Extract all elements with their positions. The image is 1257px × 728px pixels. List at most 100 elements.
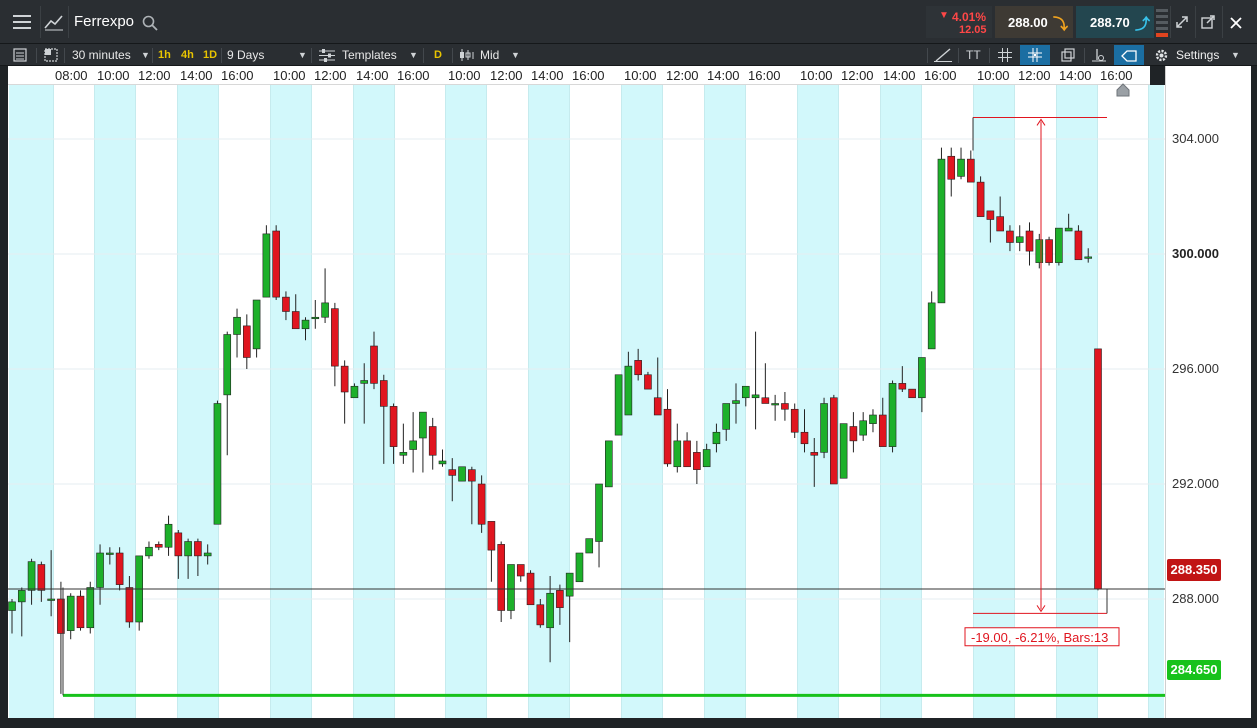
settings-gear-icon[interactable] bbox=[1154, 48, 1169, 63]
copy-icon[interactable] bbox=[1061, 48, 1075, 62]
session-band bbox=[94, 85, 135, 718]
candle-body bbox=[311, 316, 320, 320]
templates-caret-icon[interactable]: ▼ bbox=[409, 44, 418, 66]
candle-body bbox=[614, 374, 623, 436]
timeframe-1h-button[interactable]: 1h bbox=[158, 44, 171, 66]
candle bbox=[223, 331, 232, 456]
candlestick-icon[interactable] bbox=[459, 48, 475, 62]
candle-body bbox=[389, 406, 398, 447]
candle bbox=[164, 515, 173, 556]
candle-body bbox=[37, 564, 46, 591]
candle-body bbox=[360, 380, 369, 384]
candle bbox=[340, 360, 349, 424]
range-caret-icon[interactable]: ▼ bbox=[298, 44, 307, 66]
candle-body bbox=[830, 397, 838, 485]
candle-body bbox=[1015, 236, 1024, 243]
candle bbox=[976, 176, 985, 217]
expand-icon[interactable] bbox=[1175, 15, 1189, 29]
candle bbox=[243, 314, 251, 369]
indicator-icon[interactable] bbox=[1092, 48, 1106, 62]
candle bbox=[399, 423, 408, 464]
tag-tool-button[interactable] bbox=[1114, 45, 1144, 65]
timeframe-1d-button[interactable]: 1D bbox=[203, 44, 217, 66]
candle-body bbox=[458, 466, 466, 482]
close-icon[interactable] bbox=[1230, 16, 1242, 29]
candle bbox=[575, 552, 584, 583]
chart-plot-area[interactable]: -19.00, -6.21%, Bars:13 bbox=[8, 85, 1165, 718]
time-axis-label: 16:00 bbox=[924, 68, 957, 83]
market-depth-icon[interactable] bbox=[1156, 7, 1168, 39]
buy-button[interactable]: 288.70 ⤴ bbox=[1076, 6, 1154, 38]
candle-body bbox=[673, 440, 682, 468]
d-badge[interactable]: D bbox=[434, 44, 442, 66]
grid-icon[interactable] bbox=[998, 48, 1012, 62]
candle bbox=[66, 593, 75, 640]
candle bbox=[644, 371, 652, 390]
candle-body bbox=[605, 440, 613, 488]
support-level-tag: 284.650 bbox=[1167, 660, 1221, 680]
time-axis-label: 12:00 bbox=[666, 68, 699, 83]
candle-body bbox=[282, 296, 290, 312]
candle-body bbox=[1035, 239, 1044, 263]
candle bbox=[154, 541, 163, 551]
price-axis[interactable]: 304.000 300.000 296.000 292.000 288.000 bbox=[1116, 66, 1251, 718]
candle bbox=[311, 300, 320, 329]
drawing-tool-icon[interactable] bbox=[934, 48, 952, 62]
candle-body bbox=[184, 541, 192, 557]
session-band bbox=[270, 85, 311, 718]
candle-body bbox=[507, 564, 515, 611]
candle-body bbox=[918, 357, 926, 399]
range-select[interactable]: 9 Days bbox=[227, 44, 264, 66]
layout-icon[interactable] bbox=[44, 48, 58, 62]
sell-button[interactable]: 288.00 ⤵ bbox=[995, 6, 1073, 38]
templates-button[interactable]: Templates bbox=[342, 44, 397, 66]
candle-body bbox=[761, 397, 770, 404]
candle bbox=[830, 394, 838, 485]
watchlist-icon[interactable] bbox=[13, 48, 27, 62]
candle-body bbox=[477, 483, 486, 525]
candle-body bbox=[399, 452, 408, 456]
candlestick-chart[interactable]: -19.00, -6.21%, Bars:13 bbox=[8, 85, 1165, 718]
text-tool-button[interactable]: TT bbox=[966, 44, 981, 66]
instrument-name[interactable]: Ferrexpo bbox=[74, 13, 134, 30]
daily-change: ▼ 4.01% 12.05 bbox=[926, 6, 992, 38]
candle bbox=[526, 570, 535, 606]
interval-caret-icon[interactable]: ▼ bbox=[141, 44, 150, 66]
candle-body bbox=[243, 325, 251, 358]
time-axis-label: 08:00 bbox=[55, 68, 88, 83]
candle-body bbox=[996, 216, 1004, 232]
crosshair-tool-button[interactable] bbox=[1020, 45, 1050, 65]
sell-price: 288.00 bbox=[1008, 15, 1048, 30]
price-type-select[interactable]: Mid bbox=[480, 44, 499, 66]
candle-body bbox=[516, 564, 525, 577]
price-type-caret-icon[interactable]: ▼ bbox=[511, 44, 520, 66]
price-axis-home-icon[interactable] bbox=[1116, 83, 1130, 97]
candle-body bbox=[644, 374, 652, 390]
settings-caret-icon[interactable]: ▼ bbox=[1231, 44, 1240, 66]
candle bbox=[614, 374, 623, 436]
candle bbox=[507, 564, 515, 620]
interval-select[interactable]: 30 minutes bbox=[72, 44, 131, 66]
candle-body bbox=[262, 233, 271, 298]
candle bbox=[751, 331, 760, 430]
time-axis-label: 10:00 bbox=[97, 68, 130, 83]
candle-body bbox=[438, 460, 447, 465]
candle-body bbox=[585, 538, 594, 554]
candle-body bbox=[27, 561, 36, 591]
search-icon[interactable] bbox=[142, 15, 158, 31]
templates-icon[interactable] bbox=[319, 49, 335, 62]
candle-body bbox=[634, 360, 642, 376]
settings-button[interactable]: Settings bbox=[1176, 44, 1219, 66]
timeframe-4h-button[interactable]: 4h bbox=[181, 44, 194, 66]
change-absolute: 12.05 bbox=[959, 24, 987, 36]
candle-body bbox=[849, 426, 858, 442]
candle-body bbox=[252, 299, 261, 350]
candle-body bbox=[301, 319, 310, 330]
candle bbox=[820, 397, 828, 459]
candle bbox=[663, 389, 672, 467]
popout-icon[interactable] bbox=[1201, 15, 1215, 29]
menu-icon[interactable] bbox=[13, 14, 31, 30]
candle-body bbox=[693, 452, 701, 470]
chart-type-icon[interactable] bbox=[44, 13, 64, 31]
candle-body bbox=[1006, 230, 1014, 243]
